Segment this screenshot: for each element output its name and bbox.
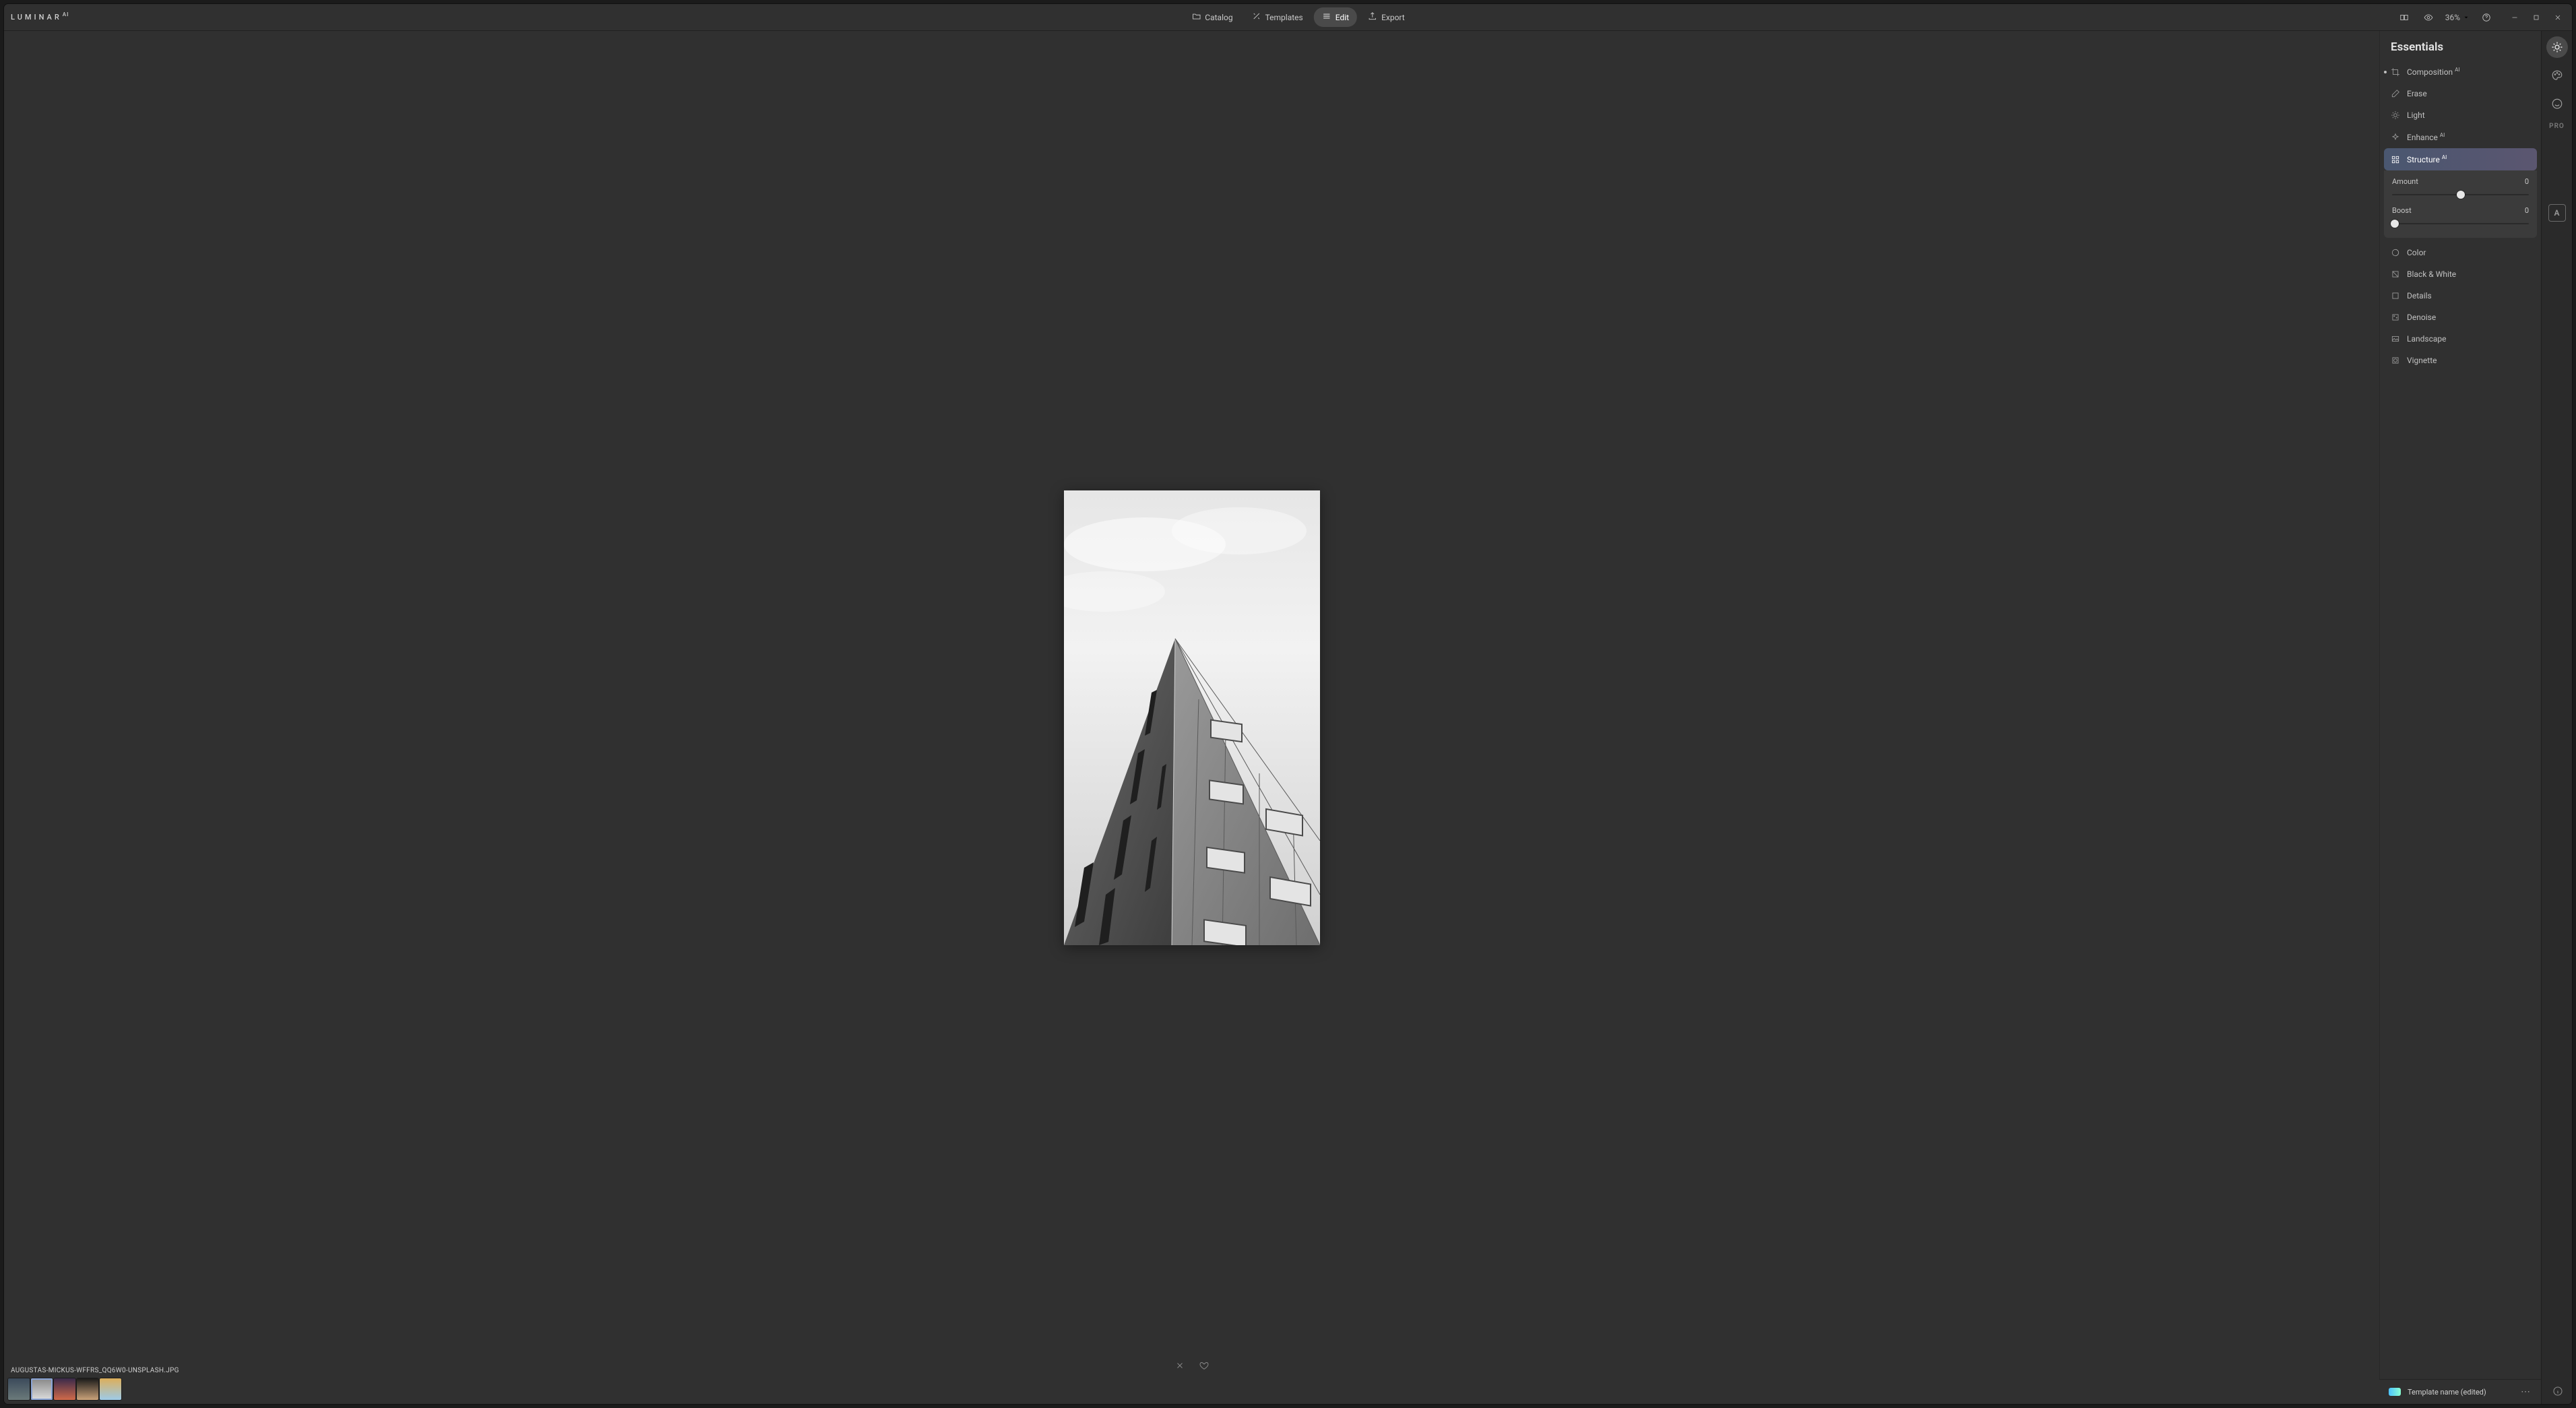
template-swatch-icon	[2389, 1388, 2401, 1396]
template-name-label: Template name (edited)	[2408, 1388, 2514, 1397]
rail-pro-label[interactable]: PRO	[2549, 123, 2565, 130]
thumb-3[interactable]	[54, 1378, 75, 1400]
edited-image	[1064, 490, 1320, 945]
thumb-1[interactable]	[8, 1378, 30, 1400]
thumb-2[interactable]	[31, 1378, 53, 1400]
thumb-4[interactable]	[77, 1378, 98, 1400]
thumb-5[interactable]	[100, 1378, 121, 1400]
minimize-button[interactable]	[2507, 10, 2522, 25]
tool-erase[interactable]: Erase	[2380, 83, 2541, 104]
crop-icon	[2391, 67, 2400, 77]
tool-composition-label: Composition AI	[2407, 67, 2460, 77]
structure-controls: Amount 0 Boost 0	[2384, 170, 2537, 238]
boost-label: Boost	[2392, 206, 2412, 215]
tool-landscape-label: Landscape	[2407, 334, 2447, 344]
tool-denoise-label: Denoise	[2407, 313, 2436, 322]
vignette-icon	[2391, 356, 2400, 365]
maximize-button[interactable]	[2529, 10, 2544, 25]
tool-bw-label: Black & White	[2407, 269, 2456, 279]
eraser-icon	[2391, 89, 2400, 98]
tool-erase-label: Erase	[2407, 89, 2427, 98]
amount-value: 0	[2525, 177, 2529, 186]
tool-bw[interactable]: Black & White	[2380, 263, 2541, 285]
rail-mask-button[interactable]: A	[2548, 204, 2566, 222]
favorite-button[interactable]	[1197, 1358, 1212, 1373]
boost-slider[interactable]	[2392, 219, 2529, 228]
tool-vignette[interactable]: Vignette	[2380, 350, 2541, 371]
tool-light[interactable]: Light	[2380, 104, 2541, 126]
tool-vignette-label: Vignette	[2407, 356, 2437, 365]
app-logo: LUMINARAI	[11, 13, 70, 22]
tool-structure[interactable]: Structure AI	[2384, 148, 2537, 170]
tool-light-label: Light	[2407, 110, 2425, 120]
tool-enhance-label: Enhance AI	[2407, 132, 2445, 142]
reject-button[interactable]	[1172, 1358, 1187, 1373]
main-nav: Catalog Templates Edit Export	[1163, 7, 1412, 27]
color-icon	[2391, 248, 2400, 257]
nav-export[interactable]: Export	[1360, 7, 1413, 27]
right-rail: PRO A	[2541, 31, 2572, 1404]
preview-eye-icon[interactable]	[2421, 10, 2436, 25]
tool-composition[interactable]: Composition AI	[2380, 61, 2541, 83]
nav-catalog-label: Catalog	[1205, 13, 1232, 22]
nav-templates-label: Templates	[1265, 13, 1303, 22]
filename-label: AUGUSTAS-MICKUS-WFFRS_QQ6W0-UNSPLASH.JPG	[11, 1367, 179, 1374]
rail-creative[interactable]	[2546, 65, 2568, 86]
zoom-value: 36%	[2445, 13, 2460, 22]
nav-export-label: Export	[1381, 13, 1405, 22]
sun-icon	[2391, 110, 2400, 120]
template-status-bar: Template name (edited) ⋯	[2379, 1379, 2541, 1404]
chevron-down-icon	[2463, 14, 2470, 21]
tool-landscape[interactable]: Landscape	[2380, 328, 2541, 350]
boost-value: 0	[2525, 206, 2529, 215]
tool-color-label: Color	[2407, 248, 2426, 257]
tool-color[interactable]: Color	[2380, 242, 2541, 263]
tools-list: Composition AI Erase Light Enhance AI St	[2380, 61, 2541, 1404]
add-button[interactable]	[1163, 9, 1181, 26]
modified-dot-icon	[2384, 71, 2387, 73]
panel-title: Essentials	[2380, 40, 2541, 61]
zoom-dropdown[interactable]: 36%	[2445, 13, 2470, 22]
bw-icon	[2391, 269, 2400, 279]
nav-templates[interactable]: Templates	[1244, 7, 1311, 27]
landscape-icon	[2391, 334, 2400, 344]
details-icon	[2391, 291, 2400, 300]
info-button[interactable]	[2550, 1384, 2565, 1399]
compare-icon[interactable]	[2397, 10, 2412, 25]
filmstrip	[8, 1378, 121, 1400]
tool-denoise[interactable]: Denoise	[2380, 307, 2541, 328]
structure-icon	[2391, 155, 2400, 164]
nav-edit[interactable]: Edit	[1314, 7, 1357, 27]
folder-icon	[1191, 11, 1201, 23]
tool-structure-label: Structure AI	[2407, 154, 2447, 164]
tool-details[interactable]: Details	[2380, 285, 2541, 307]
denoise-icon	[2391, 313, 2400, 322]
app-suffix: AI	[63, 11, 69, 18]
wand-icon	[1252, 11, 1261, 23]
amount-label: Amount	[2392, 177, 2418, 186]
canvas-area[interactable]: AUGUSTAS-MICKUS-WFFRS_QQ6W0-UNSPLASH.JPG	[4, 31, 2379, 1404]
close-button[interactable]	[2550, 10, 2565, 25]
nav-catalog[interactable]: Catalog	[1183, 7, 1240, 27]
sliders-icon	[1322, 11, 1331, 23]
rail-essentials[interactable]	[2546, 36, 2568, 58]
amount-slider[interactable]	[2392, 190, 2529, 199]
sparkle-icon	[2391, 133, 2400, 142]
window-controls	[2507, 10, 2565, 25]
essentials-panel: Essentials Composition AI Erase Light	[2379, 31, 2541, 1404]
top-bar: LUMINARAI Catalog Templates Edit Export	[4, 4, 2572, 31]
rail-portrait[interactable]	[2546, 93, 2568, 115]
canvas-actions	[1172, 1358, 1212, 1373]
app-name: LUMINAR	[11, 13, 62, 22]
export-icon	[1368, 11, 1377, 23]
tool-details-label: Details	[2407, 291, 2432, 300]
template-more-button[interactable]: ⋯	[2521, 1386, 2532, 1397]
tool-enhance[interactable]: Enhance AI	[2380, 126, 2541, 148]
help-icon[interactable]	[2479, 10, 2494, 25]
topbar-right: 36%	[2397, 10, 2565, 25]
nav-edit-label: Edit	[1336, 13, 1349, 22]
